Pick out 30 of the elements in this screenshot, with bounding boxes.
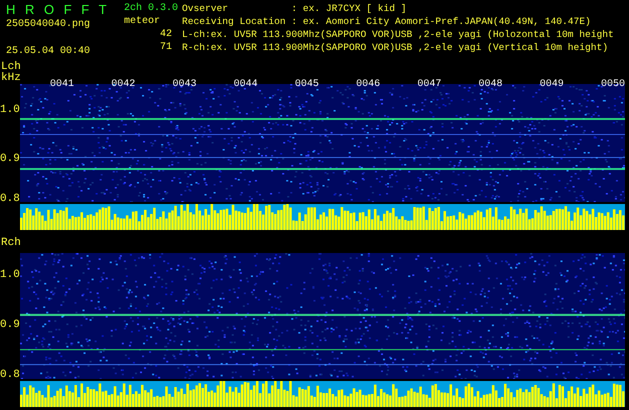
axis-label: 0.9	[0, 319, 20, 332]
time-label: 0045	[294, 79, 319, 90]
time-label: 0042	[111, 79, 136, 90]
info-line: R-ch:ex. UV5R 113.900Mhz(SAPPORO VOR)USB ,2-ele yagi (Vertical 10m height)	[182, 41, 610, 54]
info-line: Receiving Location : ex. Aomori City Aomori-Pref.JAPAN(40.49N, 140.47E)	[182, 15, 592, 28]
time-label: 0046	[356, 79, 380, 90]
app-title: H R O F F T	[6, 2, 110, 18]
axis-label: 0.8	[0, 192, 20, 205]
axis-label: 0.9	[0, 152, 20, 165]
channel-label: Rch	[1, 238, 21, 249]
count-value: 42	[159, 28, 172, 41]
file-name: 2505040040.png	[6, 18, 92, 31]
axis-label: 0.8	[0, 369, 20, 382]
channel-label: Lch	[1, 62, 21, 73]
version-label: 2ch 0.3.0	[124, 2, 178, 15]
time-label: 0049	[540, 79, 564, 90]
time-label: 0048	[478, 79, 503, 90]
count-value: 71	[159, 41, 172, 54]
info-line: Ovserver : ex. JR7CYX [ kid ]	[182, 2, 408, 15]
unit-label: kHz	[1, 73, 21, 84]
mode-label: meteor	[124, 15, 160, 28]
time-label: 0050	[600, 79, 625, 90]
axis-label: 1.0	[0, 104, 20, 116]
info-line: L-ch:ex. UV5R 113.900Mhz(SAPPORO VOR)USB ,2-ele yagi (Holozontal 10m height	[182, 28, 615, 41]
timestamp: 25.05.04 00:40	[6, 45, 92, 58]
time-label: 0043	[172, 79, 196, 90]
time-label: 0044	[234, 79, 258, 90]
time-label: 0041	[50, 79, 74, 90]
time-label: 0047	[417, 79, 442, 90]
axis-label: 1.0	[0, 268, 20, 281]
